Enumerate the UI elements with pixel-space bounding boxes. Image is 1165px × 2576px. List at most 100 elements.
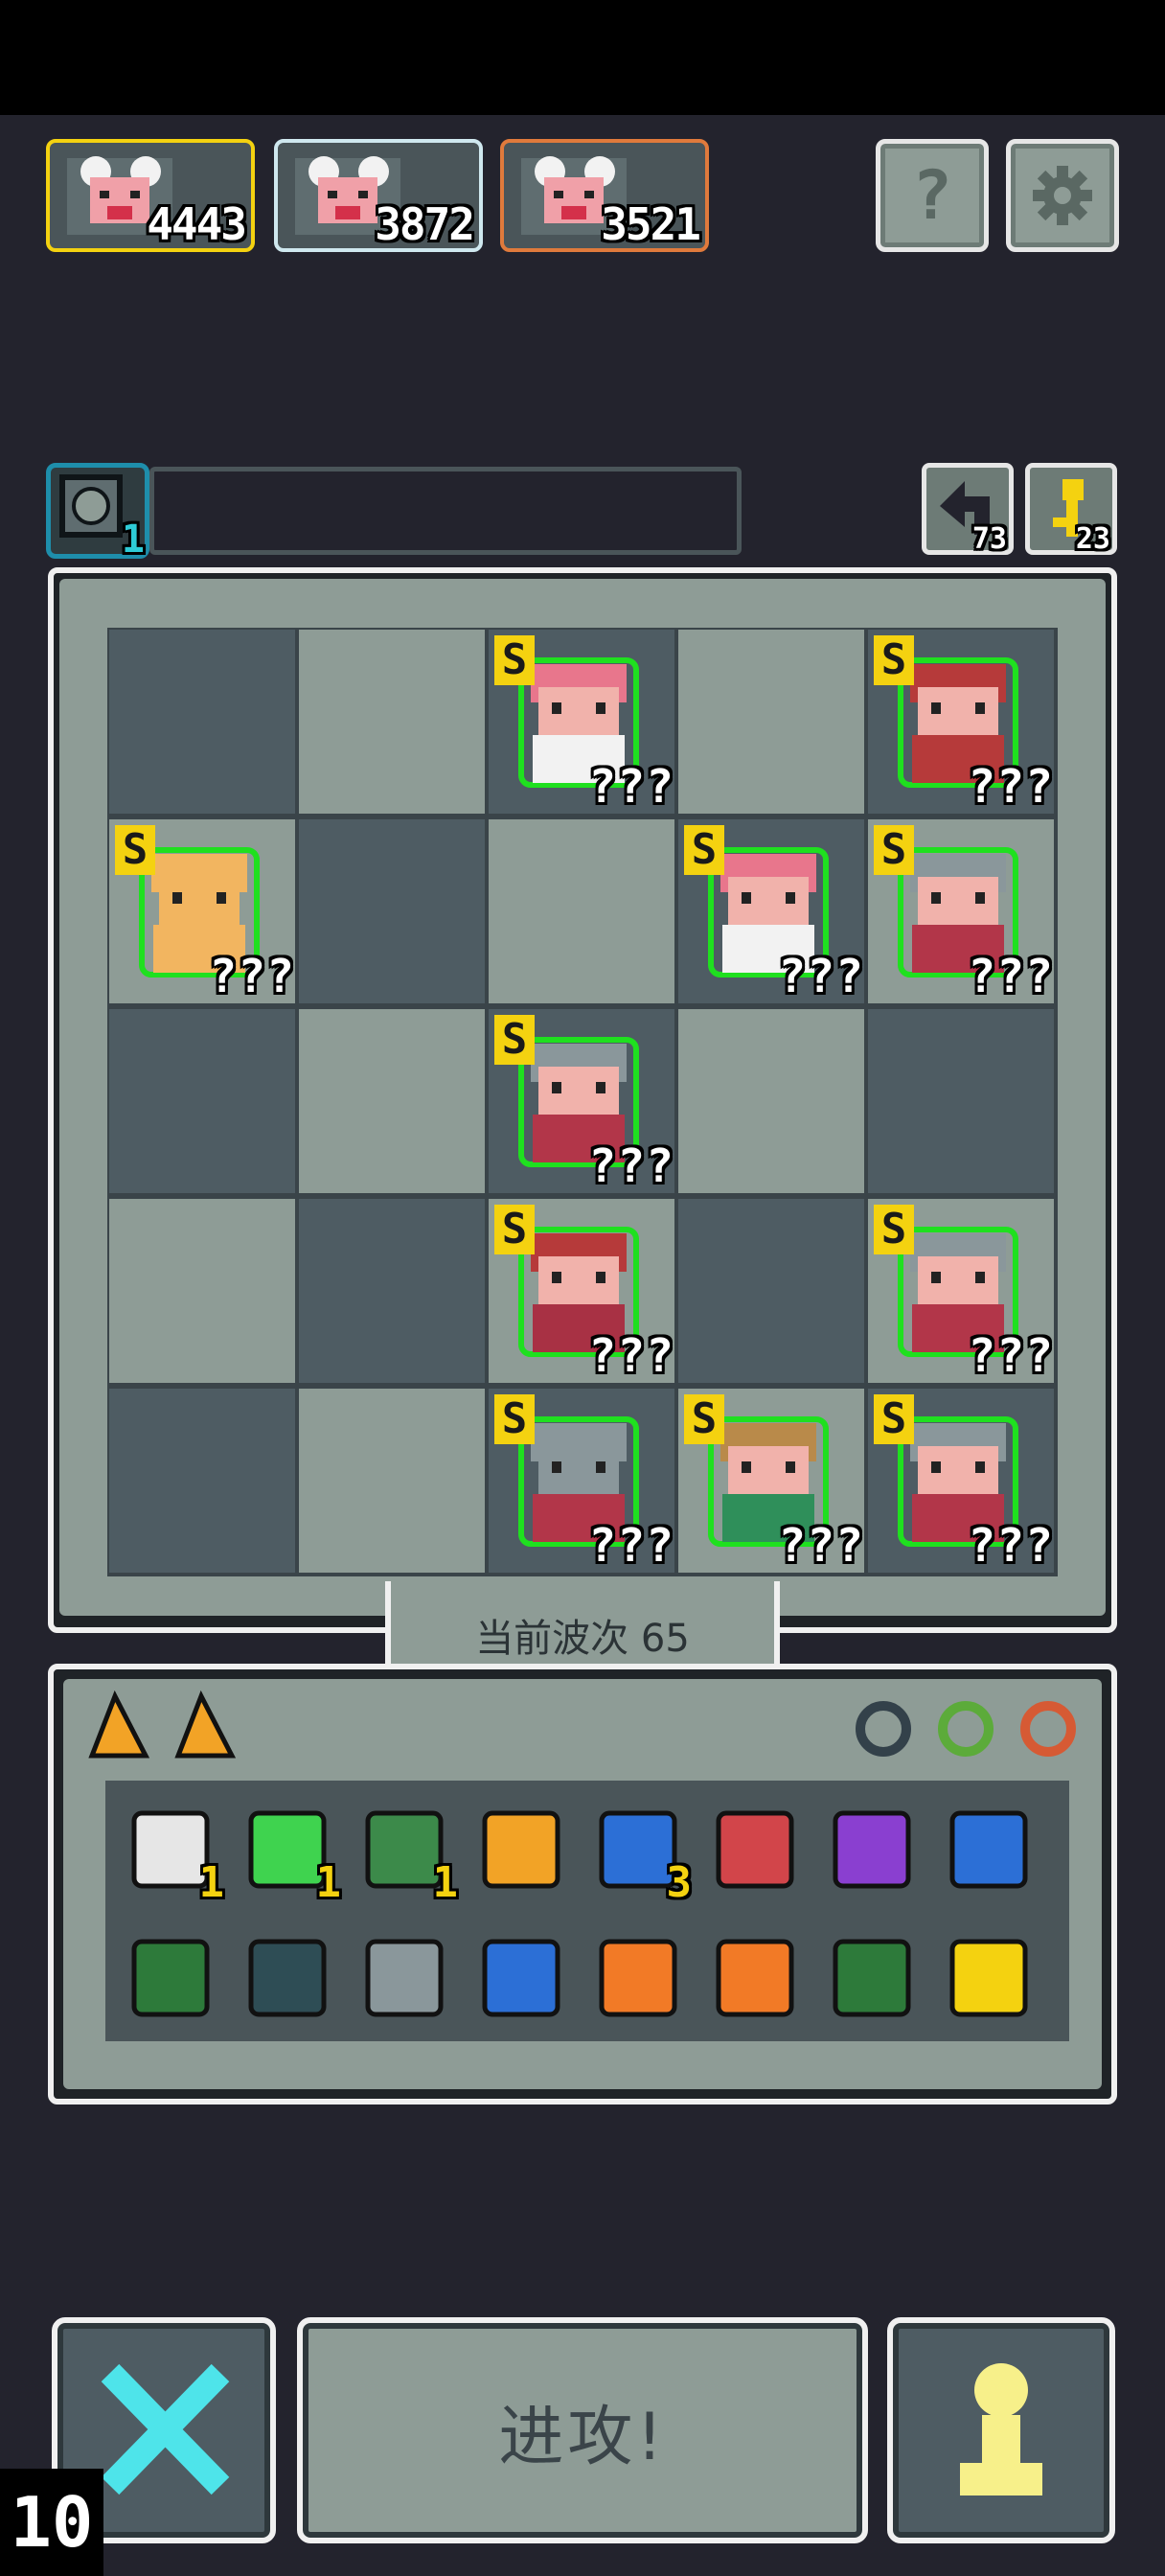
rank-badge: S (874, 635, 914, 685)
ring-slots[interactable] (849, 1694, 1088, 1761)
unit-archer-girl[interactable]: S??? (489, 630, 674, 814)
undo-button[interactable]: 73 (922, 463, 1014, 556)
turn-counter: 10 (0, 2469, 103, 2576)
bell-icon-graphic (248, 1939, 327, 2017)
scroll-icon[interactable]: 1 (123, 1802, 224, 1907)
water-tile-icon-graphic (482, 1939, 560, 2017)
pawn-icon (960, 2363, 1042, 2496)
board-cell[interactable] (109, 1389, 295, 1573)
fire-tile-icon[interactable] (707, 1930, 803, 2026)
board-cell[interactable] (299, 819, 485, 1003)
unit-level: ??? (968, 760, 1054, 814)
trident-icon[interactable] (473, 1802, 569, 1898)
rank-badge: S (494, 635, 535, 685)
board-cell[interactable] (868, 1009, 1054, 1193)
board-cell[interactable] (299, 630, 485, 814)
arrow-icon[interactable] (707, 1802, 803, 1898)
fire-tile-icon-graphic (716, 1939, 794, 2017)
rank-badge: S (115, 825, 155, 875)
board-cell[interactable] (299, 1009, 485, 1193)
golden-chalice-icon[interactable] (941, 1930, 1037, 2026)
player-level-badge[interactable]: 1 (46, 463, 149, 562)
unit-level: ??? (588, 1329, 674, 1383)
unit-level: ??? (778, 1519, 864, 1573)
spike-trap-icon-graphic (365, 1939, 444, 2017)
attack-label: 进攻! (498, 2399, 667, 2475)
enemy-card-1[interactable]: 4443 (46, 139, 255, 252)
key-count: 23 (1075, 522, 1110, 556)
item-count: 1 (315, 1858, 342, 1907)
unit-knight[interactable]: S??? (868, 1389, 1054, 1573)
hourglass-icon[interactable]: 3 (590, 1802, 692, 1907)
board-grid: S??? S??? S??? S??? S??? S??? S??? S??? S??? S???… (107, 628, 1058, 1576)
spike-trap-icon[interactable] (356, 1930, 452, 2026)
hooded-figure-icon[interactable]: 1 (356, 1802, 458, 1907)
board-cell[interactable] (109, 1199, 295, 1383)
green-rune-tile-icon[interactable] (824, 1930, 920, 2026)
green-rune-tile-icon-graphic (833, 1939, 911, 2017)
rank-badge: S (494, 1015, 535, 1065)
item-count: 1 (432, 1858, 459, 1907)
rank-badge: S (494, 1394, 535, 1444)
green-rune-tile-icon[interactable] (123, 1930, 218, 2026)
board-cell[interactable] (299, 1389, 485, 1573)
settings-button[interactable] (1006, 139, 1119, 252)
unit-level: ??? (968, 1329, 1054, 1383)
unit-level: ??? (968, 1519, 1054, 1573)
unit-knight[interactable]: S??? (868, 819, 1054, 1003)
help-button[interactable]: ? (876, 139, 989, 252)
item-count: 1 (198, 1858, 225, 1907)
arrow-icon-graphic (716, 1810, 794, 1889)
fire-tile-icon[interactable] (590, 1930, 686, 2026)
undo-count: 73 (971, 522, 1007, 556)
rank-badge: S (874, 1205, 914, 1254)
board-cell[interactable] (109, 630, 295, 814)
rank-badge: S (684, 825, 724, 875)
unit-knight[interactable]: S??? (489, 1009, 674, 1193)
water-drop-icon[interactable] (941, 1802, 1037, 1898)
inventory-grid: 1 1 1 3 (105, 1781, 1069, 2041)
bell-icon[interactable] (240, 1930, 335, 2026)
item-count: 3 (666, 1858, 693, 1907)
board-cell[interactable] (678, 630, 864, 814)
wave-label: 当前波次 65 (475, 1617, 690, 1661)
emerald-shield-icon[interactable]: 1 (240, 1802, 341, 1907)
board-cell[interactable] (678, 1009, 864, 1193)
unit-heavy-knight[interactable]: S??? (489, 1389, 674, 1573)
unit-level: ??? (588, 1519, 674, 1573)
unit-level: ??? (778, 950, 864, 1003)
enemy-card-2[interactable]: 3872 (274, 139, 483, 252)
unit-knight[interactable]: S??? (868, 1199, 1054, 1383)
trident-icon-graphic (482, 1810, 560, 1889)
unit-crossbowman[interactable]: S??? (489, 1199, 674, 1383)
question-mark-icon: ? (911, 156, 953, 235)
experience-bar (149, 467, 742, 555)
attack-button[interactable]: 进攻! (297, 2317, 868, 2543)
enemy-power: 3872 (375, 198, 475, 250)
key-button[interactable]: 23 (1025, 463, 1117, 556)
rank-badge: S (684, 1394, 724, 1444)
board-cell[interactable] (109, 1009, 295, 1193)
water-tile-icon[interactable] (473, 1930, 569, 2026)
purple-key-icon-graphic (833, 1810, 911, 1889)
unit-chief[interactable]: S??? (868, 630, 1054, 814)
unit-level: ??? (209, 950, 295, 1003)
board-cell[interactable] (678, 1199, 864, 1383)
status-bar (0, 0, 1165, 115)
inventory-tab-cheese[interactable] (86, 1689, 251, 1765)
board-cell[interactable] (299, 1199, 485, 1383)
green-rune-tile-icon-graphic (131, 1939, 210, 2017)
enemy-power: 4443 (147, 198, 247, 250)
board-cell[interactable] (489, 819, 674, 1003)
unit-level: ??? (588, 760, 674, 814)
purple-key-icon[interactable] (824, 1802, 920, 1898)
fire-tile-icon-graphic (599, 1939, 677, 2017)
unit-golem[interactable]: S??? (109, 819, 295, 1003)
rank-badge: S (874, 1394, 914, 1444)
unit-archer-girl[interactable]: S??? (678, 819, 864, 1003)
enemy-card-3[interactable]: 3521 (500, 139, 709, 252)
unit-ranger[interactable]: S??? (678, 1389, 864, 1573)
unit-level: ??? (968, 950, 1054, 1003)
water-drop-icon-graphic (949, 1810, 1028, 1889)
pawn-button[interactable] (887, 2317, 1115, 2543)
